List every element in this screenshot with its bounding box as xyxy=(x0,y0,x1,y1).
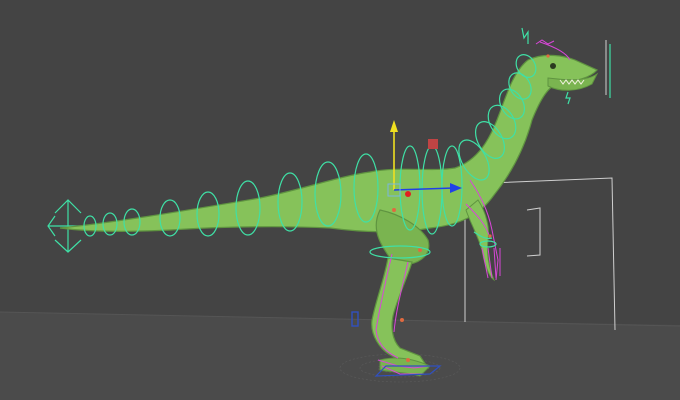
viewport-canvas[interactable] xyxy=(0,0,680,400)
raptor-arm[interactable] xyxy=(465,199,496,282)
3d-viewport[interactable] xyxy=(0,0,680,400)
manip-z-handle[interactable] xyxy=(428,139,438,149)
raptor-body[interactable] xyxy=(59,54,598,233)
ground-plane xyxy=(0,312,680,400)
manip-center[interactable] xyxy=(405,191,411,197)
manip-y-arrow[interactable] xyxy=(390,120,398,132)
raptor-eye xyxy=(550,63,556,69)
